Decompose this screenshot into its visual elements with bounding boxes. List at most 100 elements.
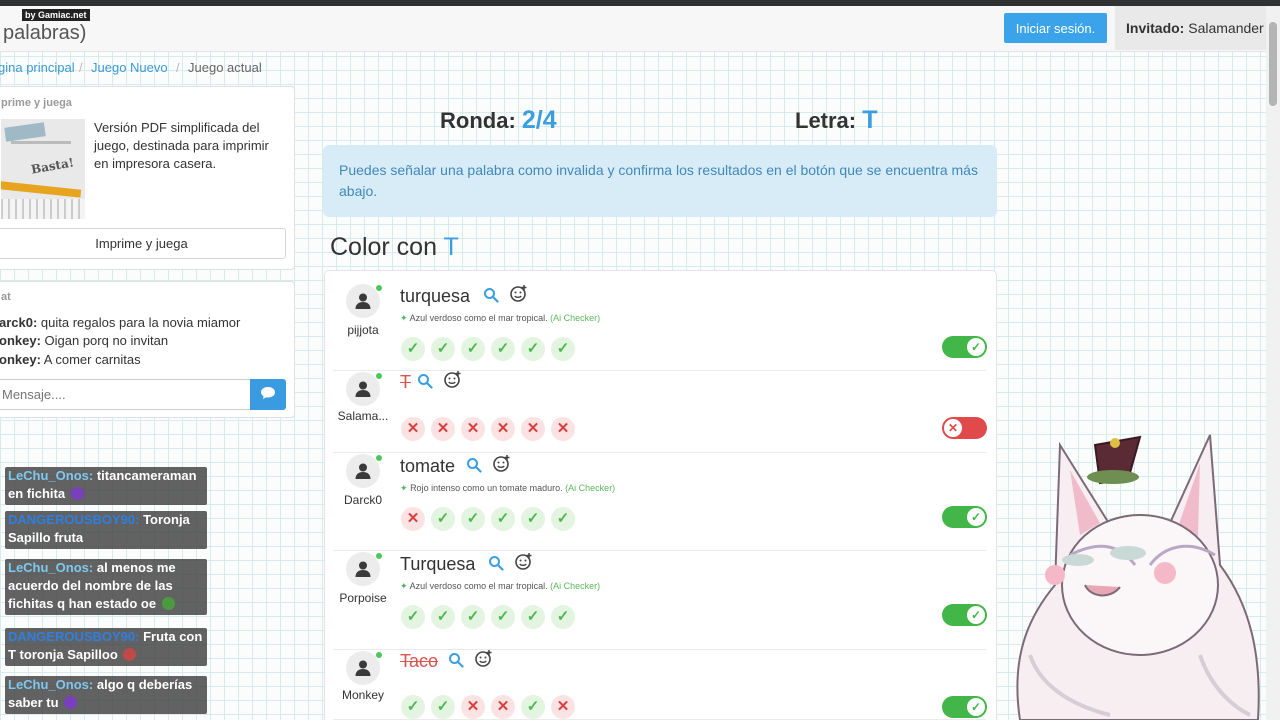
search-icon[interactable] [417,373,433,389]
scrollbar-thumb[interactable] [1269,22,1277,106]
breadcrumb-current: Juego actual [188,60,262,75]
print-and-play-button[interactable]: Imprime y juega [0,228,286,259]
player-row: pijjota turquesa ✓ ✓ ✓ ✓ ✓ ✓ ✓ ✦ Azul verdoso… [333,283,987,371]
vote-reject-icon[interactable]: ✕ [461,695,485,719]
letter-indicator: Letra: T [795,106,878,135]
emote-icon [123,648,137,661]
vote-approve-icon[interactable]: ✓ [521,507,545,531]
ai-checker-label: (Ai Checker) [565,483,616,493]
vote-reject-icon[interactable]: ✕ [551,695,575,719]
add-reaction-icon[interactable] [492,454,511,473]
player-avatar [346,284,380,318]
player-avatar [346,454,380,488]
player-word: Taco [400,651,439,671]
letter-value: T [862,106,878,134]
check-icon: ✓ [967,606,985,624]
vote-approve-icon[interactable]: ✓ [461,507,485,531]
brand-title[interactable]: palabras) [3,22,86,45]
chat-send-button[interactable] [250,379,286,410]
search-icon[interactable] [448,652,464,668]
vote-reject-icon[interactable]: ✕ [551,417,575,441]
vote-approve-icon[interactable]: ✓ [431,337,455,361]
vote-approve-icon[interactable]: ✓ [521,605,545,629]
user-icon [355,381,371,397]
print-preview-image: Basta! [1,119,85,219]
vote-approve-icon[interactable]: ✓ [401,605,425,629]
ai-hint: ✦ Azul verdoso como el mar tropical. (Ai… [400,581,601,591]
guest-user-box[interactable]: Invitado: Salamander [1115,6,1266,50]
player-name: Porpoise [339,591,387,605]
vote-approve-icon[interactable]: ✓ [551,605,575,629]
breadcrumb-separator: / [176,60,180,75]
round-label: Ronda: [440,108,516,133]
stream-chat-message: DANGEROUSBOY90: Fruta con T toronja Sapi… [5,628,207,666]
chat-message: onkey: A comer carnitas [0,352,141,367]
guest-label: Invitado: [1126,20,1185,36]
player-avatar [346,552,380,586]
check-icon: ✓ [967,508,985,526]
chat-message: onkey: Oigan porq no invitan [0,333,169,348]
print-card-title: prime y juega [1,97,72,109]
player-name: Monkey [341,688,385,702]
add-reaction-icon[interactable] [474,649,493,668]
player-row: Monkey Taco ✓ ✓ ✕ ✕ ✓ ✕ ✓ [333,649,987,720]
vote-reject-icon[interactable]: ✕ [521,417,545,441]
validity-toggle[interactable]: ✓ [942,604,987,626]
vote-approve-icon[interactable]: ✓ [401,695,425,719]
vote-reject-icon[interactable]: ✕ [401,507,425,531]
player-word: tomate [400,456,456,476]
stream-chat-message: LeChu_Onos: al menos me acuerdo del nomb… [5,559,207,615]
add-reaction-icon[interactable] [443,370,462,389]
search-icon[interactable] [466,457,482,473]
login-button[interactable]: Iniciar sesión. [1004,13,1107,43]
vote-approve-icon[interactable]: ✓ [521,337,545,361]
player-word: Turquesa [400,554,476,574]
breadcrumb-new-game-link[interactable]: Juego Nuevo [91,60,168,75]
add-reaction-icon[interactable] [509,284,528,303]
check-icon: ✓ [967,338,985,356]
brand-byline: by Gamiac.net [22,9,90,21]
ai-hint: ✦ Azul verdoso como el mar tropical. (Ai… [400,313,601,323]
breadcrumb-home-link[interactable]: gina principal [0,60,75,75]
validity-toggle[interactable]: ✓ [942,696,987,718]
round-value: 2/4 [521,106,557,134]
chat-message-input[interactable] [0,379,251,410]
vote-approve-icon[interactable]: ✓ [401,337,425,361]
add-reaction-icon[interactable] [514,552,533,571]
search-icon[interactable] [483,287,499,303]
user-icon [355,293,371,309]
player-row: Darck0 tomate ✕ ✓ ✓ ✓ ✓ ✓ ✓ ✦ Rojo intenso co… [333,453,987,551]
stream-chat-message: LeChu_Onos: algo q deberías saber tu [5,676,207,714]
vote-approve-icon[interactable]: ✓ [491,507,515,531]
ai-checker-label: (Ai Checker) [550,313,601,323]
vote-approve-icon[interactable]: ✓ [551,507,575,531]
vote-approve-icon[interactable]: ✓ [431,507,455,531]
vote-reject-icon[interactable]: ✕ [491,695,515,719]
vote-approve-icon[interactable]: ✓ [431,605,455,629]
vote-reject-icon[interactable]: ✕ [491,417,515,441]
page-scrollbar[interactable] [1266,6,1280,720]
vote-approve-icon[interactable]: ✓ [491,337,515,361]
vote-approve-icon[interactable]: ✓ [431,695,455,719]
emote-icon [70,487,84,500]
validity-toggle[interactable]: ✕ [942,417,987,439]
online-status-dot [376,455,382,461]
vote-approve-icon[interactable]: ✓ [461,605,485,629]
vote-reject-icon[interactable]: ✕ [401,417,425,441]
vote-approve-icon[interactable]: ✓ [491,605,515,629]
validity-toggle[interactable]: ✓ [942,336,987,358]
player-avatar [346,372,380,406]
player-avatar [346,651,380,685]
vote-approve-icon[interactable]: ✓ [461,337,485,361]
search-icon[interactable] [488,555,504,571]
category-title: Color con T [330,233,459,261]
print-card: prime y juega Basta! Versión PDF simplif… [0,86,295,270]
validity-toggle[interactable]: ✓ [942,506,987,528]
vote-reject-icon[interactable]: ✕ [431,417,455,441]
vote-approve-icon[interactable]: ✓ [521,695,545,719]
check-icon: ✓ [967,698,985,716]
print-description: Versión PDF simplificada del juego, dest… [94,120,269,171]
vote-reject-icon[interactable]: ✕ [461,417,485,441]
vote-approve-icon[interactable]: ✓ [551,337,575,361]
chat-message: arck0: quita regalos para la novia miamo… [0,315,241,330]
